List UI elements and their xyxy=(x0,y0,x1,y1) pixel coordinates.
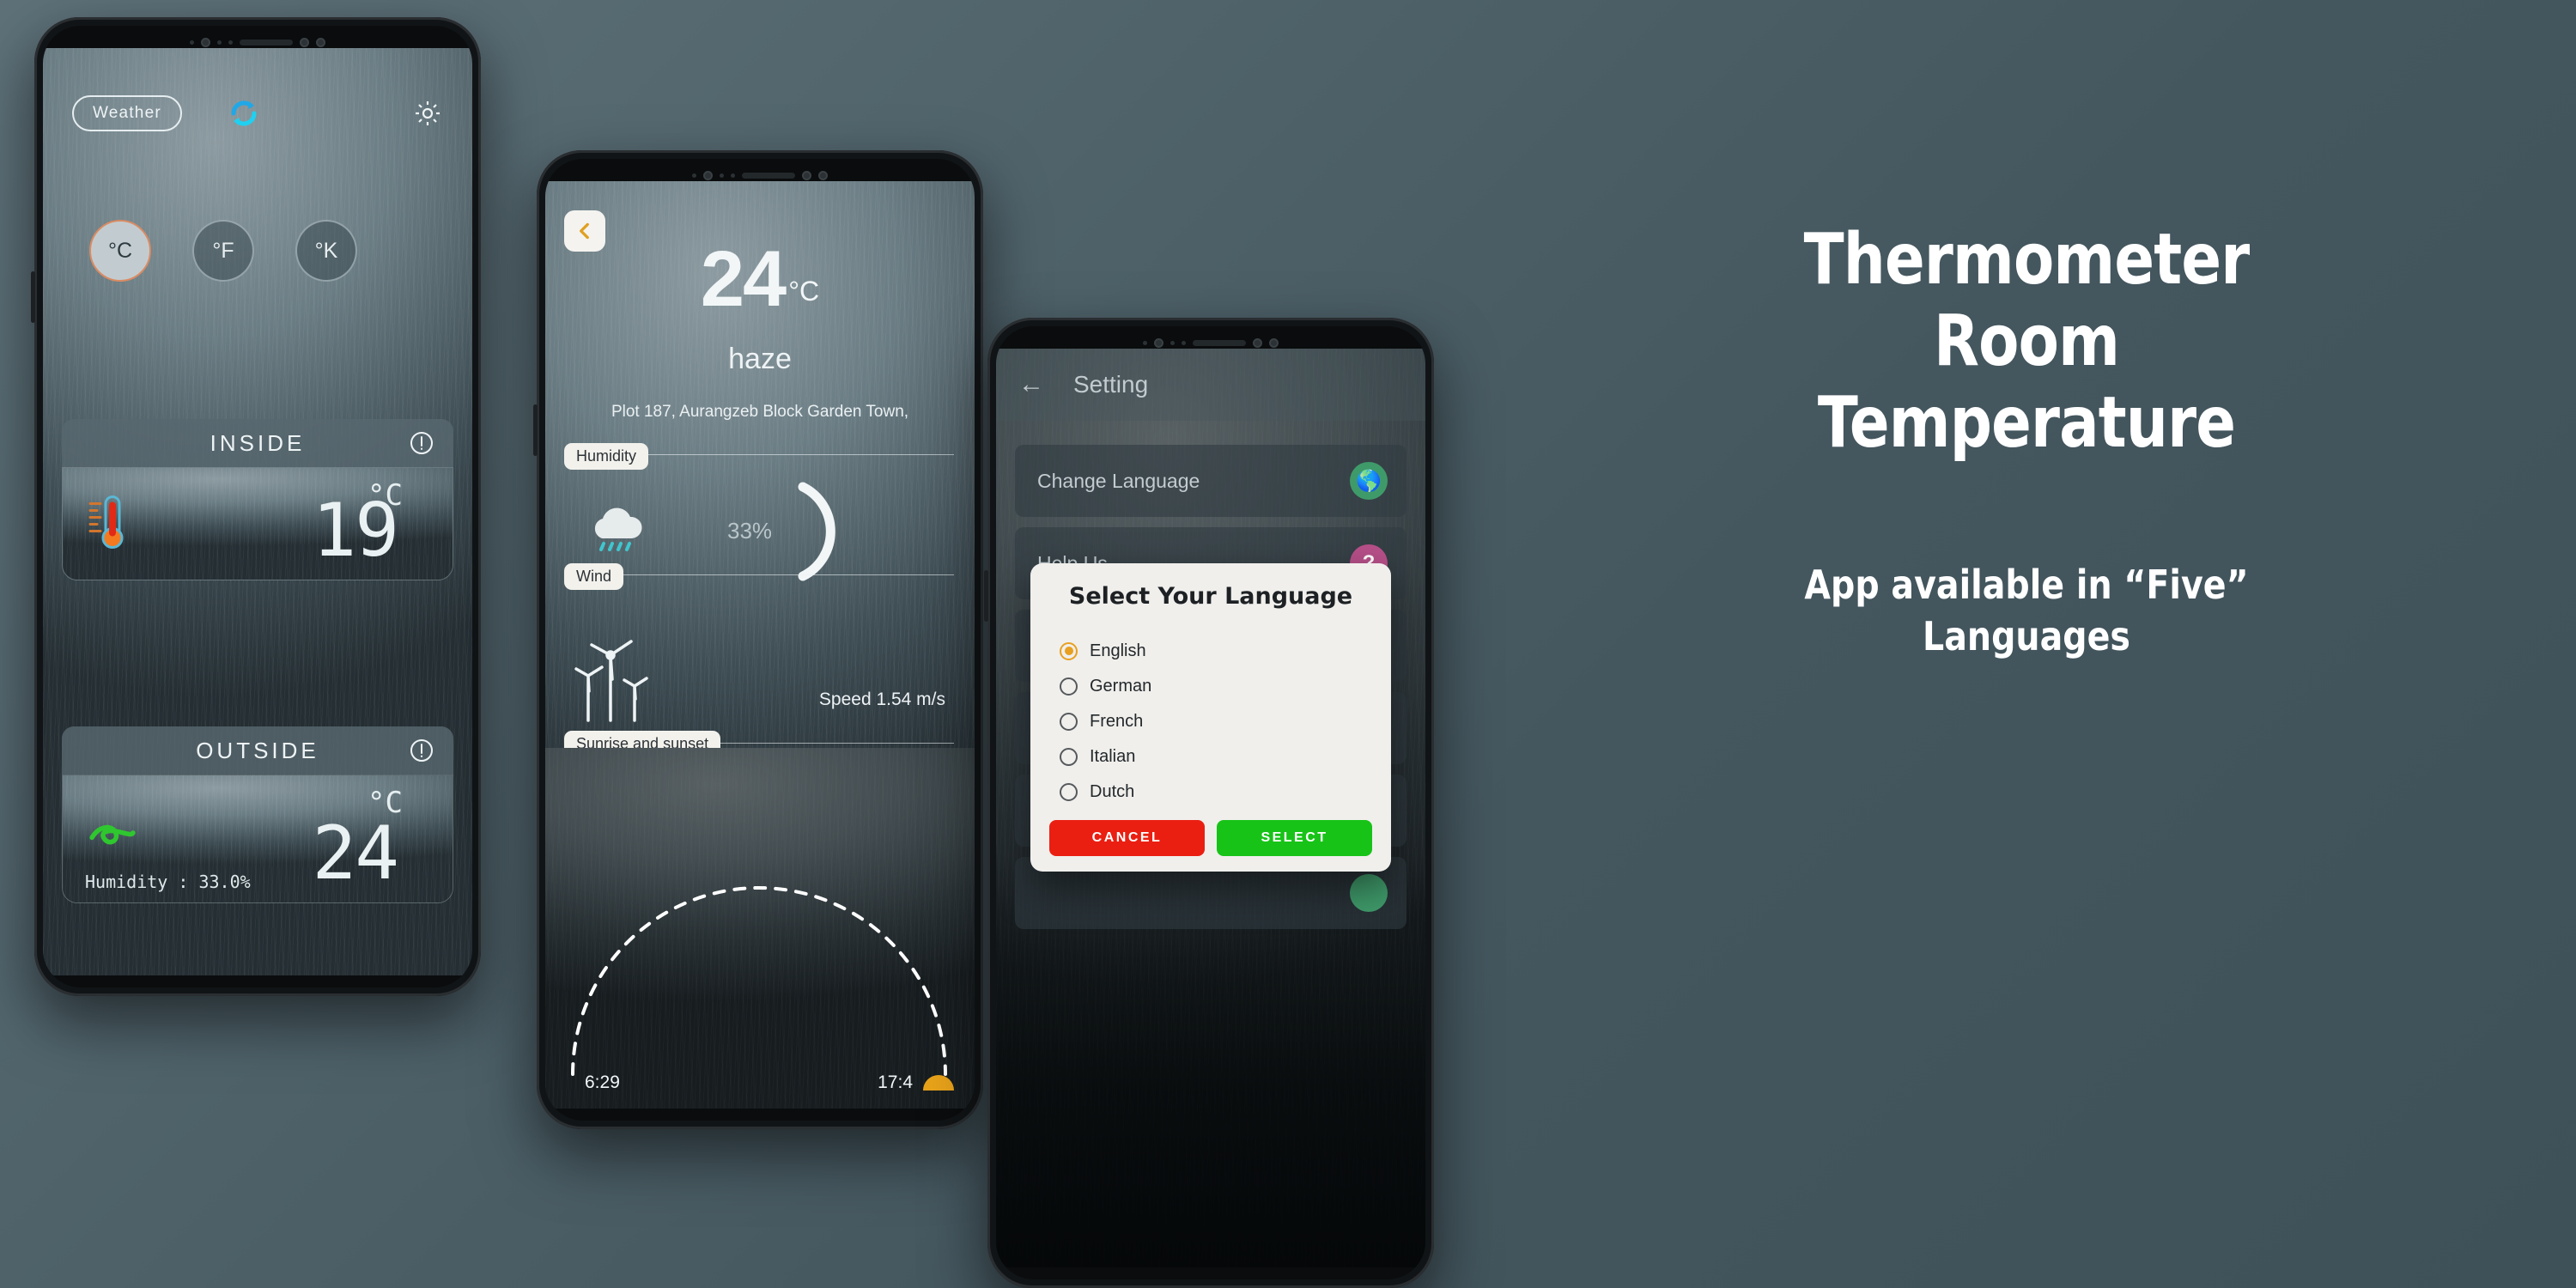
inside-band: INSIDE xyxy=(62,419,453,467)
wind-icon xyxy=(87,817,138,861)
language-option-label: Dutch xyxy=(1090,781,1135,801)
location-address: Plot 187, Aurangzeb Block Garden Town, xyxy=(611,403,909,421)
refresh-icon[interactable] xyxy=(227,96,261,131)
phone-weather-detail: 24 °C haze Plot 187, Aurangzeb Block Gard… xyxy=(533,150,983,1129)
outside-label: OUTSIDE xyxy=(196,737,319,763)
sun-icon xyxy=(921,1073,956,1097)
inside-panel: °C 19 xyxy=(62,467,453,580)
promo-banner: Weather °C °F °K INSIDE °C 19 OUTSIDE °C… xyxy=(0,0,2576,1288)
language-option-label: Italian xyxy=(1090,746,1136,766)
settings-appbar: ← Setting xyxy=(996,349,1425,421)
language-option-label: English xyxy=(1090,641,1146,660)
language-option-dutch[interactable]: Dutch xyxy=(1030,775,1391,810)
marketing-copy: Thermometer Room Temperature App availab… xyxy=(1511,219,2542,663)
detail-screen: 24 °C haze Plot 187, Aurangzeb Block Gard… xyxy=(545,181,975,1109)
home-screen: Weather °C °F °K INSIDE °C 19 OUTSIDE °C… xyxy=(43,48,472,975)
wind-speed: Speed 1.54 m/s xyxy=(818,690,945,709)
language-option-german[interactable]: German xyxy=(1030,669,1391,704)
outside-panel: °C 24 Humidity : 33.0% xyxy=(62,775,453,903)
phone-settings: ← Setting Change Language 🌎 Help Us ? xyxy=(984,318,1434,1288)
page-title: Setting xyxy=(1073,371,1149,398)
radio-icon[interactable] xyxy=(1060,782,1078,801)
unit-celsius[interactable]: °C xyxy=(89,220,151,282)
dialog-title: Select Your Language xyxy=(1068,583,1353,610)
phone-home: Weather °C °F °K INSIDE °C 19 OUTSIDE °C… xyxy=(31,17,481,996)
settings-row-change-language[interactable]: Change Language 🌎 xyxy=(1015,445,1406,517)
earpiece-speaker xyxy=(240,39,293,46)
language-option-french[interactable]: French xyxy=(1030,704,1391,739)
language-option-italian[interactable]: Italian xyxy=(1030,739,1391,775)
subheadline-line-2: Languages xyxy=(1923,613,2130,660)
outside-humidity: Humidity : 33.0% xyxy=(85,872,251,892)
headline-line-3: Temperature xyxy=(1817,382,2236,465)
inside-label: INSIDE xyxy=(210,429,306,456)
info-icon[interactable] xyxy=(409,430,434,456)
language-option-label: French xyxy=(1090,711,1144,731)
globe-icon: 🌎 xyxy=(1350,462,1388,500)
radio-icon[interactable] xyxy=(1060,747,1078,766)
humidity-gauge xyxy=(798,482,835,581)
unit-selector: °C °F °K xyxy=(43,220,472,282)
weather-button[interactable]: Weather xyxy=(72,95,182,131)
thermometer-icon xyxy=(87,492,126,556)
phone-bezel: Weather °C °F °K INSIDE °C 19 OUTSIDE °C… xyxy=(43,26,472,987)
language-option-english[interactable]: English xyxy=(1030,634,1391,669)
arrow-left-icon[interactable]: ← xyxy=(1018,370,1044,399)
radio-icon[interactable] xyxy=(1060,712,1078,731)
gear-icon[interactable] xyxy=(412,98,443,129)
detail-temperature: 24 xyxy=(700,235,787,323)
sun-arc-row: 6:29 17:4 xyxy=(545,748,975,1109)
headline-line-1: Thermometer xyxy=(1803,219,2251,301)
phone-sensors xyxy=(545,167,975,184)
phone-sensors xyxy=(996,334,1425,351)
home-header: Weather xyxy=(43,88,472,139)
rain-cloud-icon xyxy=(585,506,652,563)
detail-temperature-block: 24 °C xyxy=(545,234,975,325)
sun-path-arc xyxy=(571,886,947,1076)
radio-icon[interactable] xyxy=(1060,641,1078,660)
settings-screen: ← Setting Change Language 🌎 Help Us ? xyxy=(996,349,1425,1267)
info-icon[interactable] xyxy=(409,738,434,763)
detail-temperature-unit: °C xyxy=(788,275,820,307)
language-option-label: German xyxy=(1090,676,1152,696)
radio-icon[interactable] xyxy=(1060,677,1078,696)
unit-fahrenheit[interactable]: °F xyxy=(192,220,254,282)
phone-sensors xyxy=(43,33,472,51)
sunrise-time: 6:29 xyxy=(585,1072,620,1092)
humidity-value: 33% xyxy=(727,518,773,544)
outside-band: OUTSIDE xyxy=(62,726,453,775)
dialog-actions: CANCEL SELECT xyxy=(1030,810,1391,856)
dot-icon xyxy=(1350,874,1388,912)
language-dialog: Select Your Language English German Fren… xyxy=(1030,563,1391,872)
settings-row-label: Change Language xyxy=(1037,469,1200,492)
weather-condition: haze xyxy=(728,343,792,375)
outside-temperature: 24 xyxy=(312,811,399,896)
inside-temperature: 19 xyxy=(312,488,399,574)
select-button[interactable]: SELECT xyxy=(1217,819,1372,856)
unit-kelvin[interactable]: °K xyxy=(295,220,357,282)
sunset-time: 17:4 xyxy=(878,1072,913,1092)
headline-line-2: Room xyxy=(1933,301,2120,383)
wind-turbine-icon xyxy=(571,619,674,735)
subheadline-line-1: App available in “Five” xyxy=(1804,562,2249,609)
cancel-button[interactable]: CANCEL xyxy=(1049,819,1205,856)
